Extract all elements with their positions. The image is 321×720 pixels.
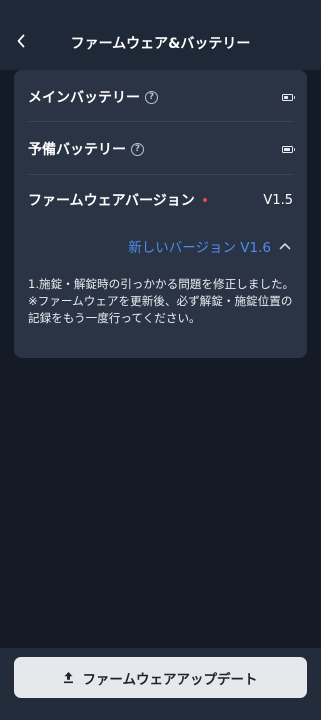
battery-fill bbox=[284, 147, 291, 151]
new-version-label: 新しいバージョン V1.6 bbox=[128, 240, 271, 256]
battery-icon bbox=[282, 145, 295, 153]
new-version-toggle[interactable]: 新しいバージョン V1.6 bbox=[128, 236, 291, 256]
chevron-up-icon bbox=[279, 242, 291, 250]
screen: ファームウェア&バッテリー メインバッテリー ? 予備バッテリー ? ファームウ… bbox=[0, 0, 321, 720]
update-available-dot bbox=[202, 198, 207, 202]
update-button-label: ファームウェアアップデート bbox=[82, 671, 258, 688]
firmware-version-row: ファームウェアバージョン V1.5 bbox=[28, 190, 293, 210]
spare-battery-label: 予備バッテリー bbox=[28, 142, 126, 158]
main-battery-row: メインバッテリー ? bbox=[28, 87, 295, 107]
divider bbox=[28, 174, 293, 175]
app-header: ファームウェア&バッテリー bbox=[0, 0, 321, 70]
spare-battery-row: 予備バッテリー ? bbox=[28, 139, 295, 159]
divider bbox=[28, 121, 293, 122]
footer-bar: ファームウェアアップデート bbox=[0, 648, 321, 720]
firmware-update-button[interactable]: ファームウェアアップデート bbox=[14, 657, 307, 698]
firmware-version-value: V1.5 bbox=[263, 192, 293, 208]
firmware-battery-card: メインバッテリー ? 予備バッテリー ? ファームウェアバージョン V1.5 新… bbox=[14, 70, 307, 358]
help-icon[interactable]: ? bbox=[131, 142, 144, 156]
page-title: ファームウェア&バッテリー bbox=[70, 36, 251, 52]
main-battery-label: メインバッテリー bbox=[28, 90, 140, 106]
upload-icon bbox=[64, 672, 74, 684]
help-icon[interactable]: ? bbox=[145, 90, 158, 104]
firmware-version-label: ファームウェアバージョン bbox=[28, 193, 195, 209]
release-notes: 1.施錠・解錠時の引っかかる問題を修正しました。 ※ファームウェアを更新後、必ず… bbox=[28, 277, 295, 325]
battery-fill bbox=[284, 95, 289, 99]
battery-icon bbox=[282, 93, 295, 101]
